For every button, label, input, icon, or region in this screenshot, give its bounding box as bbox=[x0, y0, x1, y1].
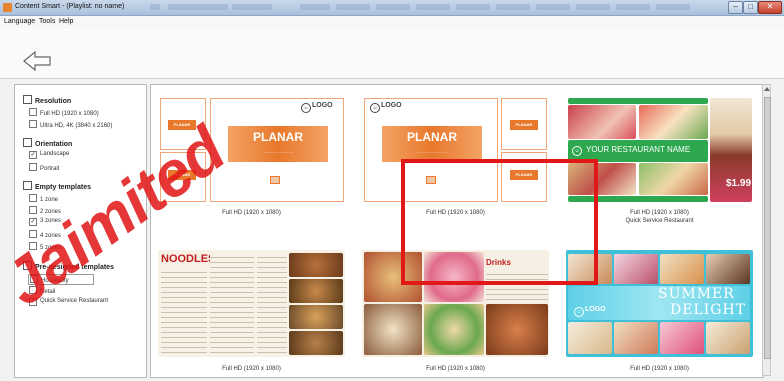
template-caption: Full HD (1920 x 1080) bbox=[222, 210, 281, 216]
image-placeholder-icon bbox=[270, 176, 280, 184]
checkbox-1-zone[interactable] bbox=[29, 194, 37, 202]
toolbar-blur-5 bbox=[336, 4, 370, 10]
logo-placeholder: ☺ LOGO bbox=[301, 102, 333, 113]
logo-placeholder: ☺ LOGO bbox=[370, 102, 402, 113]
template-caption: Full HD (1920 x 1080) bbox=[222, 366, 281, 372]
scroll-up-icon[interactable] bbox=[764, 87, 770, 91]
menu-language[interactable]: Language bbox=[4, 18, 35, 25]
gallery-scrollbar[interactable] bbox=[762, 84, 771, 376]
toolbar-blur-6 bbox=[376, 4, 410, 10]
dessert-photo bbox=[660, 254, 704, 284]
toolbar-blur-13 bbox=[656, 4, 690, 10]
drink-photo bbox=[660, 322, 704, 354]
planar-banner: PLANAR — — — — — — bbox=[382, 126, 482, 162]
template-caption: Full HD (1920 x 1080) bbox=[630, 366, 689, 372]
resolution-group[interactable]: Resolution bbox=[23, 95, 71, 105]
menu-header-strip bbox=[568, 98, 708, 104]
food-photo bbox=[289, 253, 343, 277]
empty-templates-group[interactable]: Empty templates bbox=[23, 181, 91, 191]
checkbox-fullhd[interactable] bbox=[29, 108, 37, 116]
template-caption: Full HD (1920 x 1080) bbox=[426, 366, 485, 372]
menu-bar: Language Tools Help bbox=[0, 16, 784, 28]
food-photo bbox=[289, 331, 343, 355]
filter-landscape[interactable]: ✓ Landscape bbox=[29, 151, 69, 159]
title-bar: Content Smart - (Playlist: no name) – □ … bbox=[0, 0, 784, 16]
planar-subtitle: — — — — — — bbox=[263, 149, 293, 154]
promo-title-line2: DELIGHT bbox=[670, 302, 747, 318]
dessert-photo bbox=[568, 322, 612, 354]
food-photo bbox=[486, 304, 548, 355]
menu-title: NOODLES bbox=[161, 253, 216, 265]
logo-placeholder: ☺ LOGO bbox=[574, 306, 606, 317]
smiley-icon: ☺ bbox=[572, 146, 582, 156]
minimize-button[interactable]: – bbox=[728, 1, 743, 14]
promo-title-line1: SUMMER bbox=[658, 286, 735, 302]
toolbar-blur-8 bbox=[456, 4, 490, 10]
toolbar-blur-11 bbox=[576, 4, 610, 10]
food-photo bbox=[289, 279, 343, 303]
filter-fullhd[interactable]: Full HD (1920 x 1080) bbox=[29, 108, 99, 117]
toolbar bbox=[0, 28, 784, 79]
logo-placeholder: ☺ bbox=[572, 145, 583, 156]
toolbar-blur-7 bbox=[416, 4, 450, 10]
toolbar-blur-3 bbox=[232, 4, 272, 10]
checkbox-ultrahd[interactable] bbox=[29, 120, 37, 128]
food-photo bbox=[289, 305, 343, 329]
food-photo bbox=[568, 105, 636, 139]
toolbar-blur-9 bbox=[496, 4, 530, 10]
close-button[interactable]: ✕ bbox=[758, 1, 782, 14]
arrow-left-icon[interactable] bbox=[22, 50, 54, 72]
planar-banner: PLANAR — — — — — — bbox=[228, 126, 328, 162]
menu-text-column bbox=[161, 268, 207, 354]
smiley-icon: ☺ bbox=[370, 103, 380, 113]
food-photo bbox=[424, 304, 484, 355]
window-title: Content Smart - (Playlist: no name) bbox=[15, 3, 125, 10]
orientation-group[interactable]: Orientation bbox=[23, 138, 72, 148]
food-photo bbox=[364, 304, 422, 355]
menu-text-column bbox=[210, 253, 254, 354]
template-thumbnail[interactable]: NOODLES bbox=[158, 250, 345, 357]
smiley-icon: ☺ bbox=[574, 307, 584, 317]
filter-portrait[interactable]: Portrait bbox=[29, 163, 59, 172]
maximize-button[interactable]: □ bbox=[743, 1, 758, 14]
checkbox-portrait[interactable] bbox=[29, 163, 37, 171]
toolbar-blur-2 bbox=[168, 4, 228, 10]
checkbox-2-zones[interactable] bbox=[29, 206, 37, 214]
mini-planar-banner: PLANAR bbox=[510, 120, 538, 130]
smiley-icon: ☺ bbox=[301, 103, 311, 113]
food-photo bbox=[639, 105, 708, 139]
toolbar-blur-10 bbox=[536, 4, 570, 10]
filter-ultrahd[interactable]: Ultra HD, 4K (3840 x 2160) bbox=[29, 120, 112, 129]
toolbar-blur-4 bbox=[300, 4, 330, 10]
menu-help[interactable]: Help bbox=[59, 18, 73, 25]
planar-wordmark: PLANAR bbox=[407, 130, 457, 144]
checkbox-landscape[interactable]: ✓ bbox=[29, 151, 37, 159]
template-card[interactable]: NOODLES Full HD (1920 x 1080) bbox=[158, 250, 345, 375]
planar-subtitle: — — — — — — bbox=[417, 149, 447, 154]
promo-price: $1.99 bbox=[726, 178, 752, 189]
dessert-photo bbox=[614, 322, 658, 354]
scrollbar-thumb[interactable] bbox=[764, 97, 771, 359]
dessert-photo bbox=[614, 254, 658, 284]
app-icon bbox=[3, 3, 12, 12]
selection-highlight bbox=[401, 159, 598, 285]
dessert-photo bbox=[706, 254, 750, 284]
toolbar-blur-12 bbox=[616, 4, 650, 10]
filter-1-zone[interactable]: 1 zone bbox=[29, 194, 58, 203]
restaurant-name: YOUR RESTAURANT NAME bbox=[586, 145, 691, 154]
food-photo bbox=[639, 163, 708, 195]
menu-tools[interactable]: Tools bbox=[39, 18, 55, 25]
dessert-photo bbox=[706, 322, 750, 354]
menu-text-column bbox=[257, 253, 287, 354]
planar-wordmark: PLANAR bbox=[253, 130, 303, 144]
checkbox-3-zones[interactable]: ✓ bbox=[29, 218, 37, 226]
toolbar-blur-1 bbox=[150, 4, 160, 10]
